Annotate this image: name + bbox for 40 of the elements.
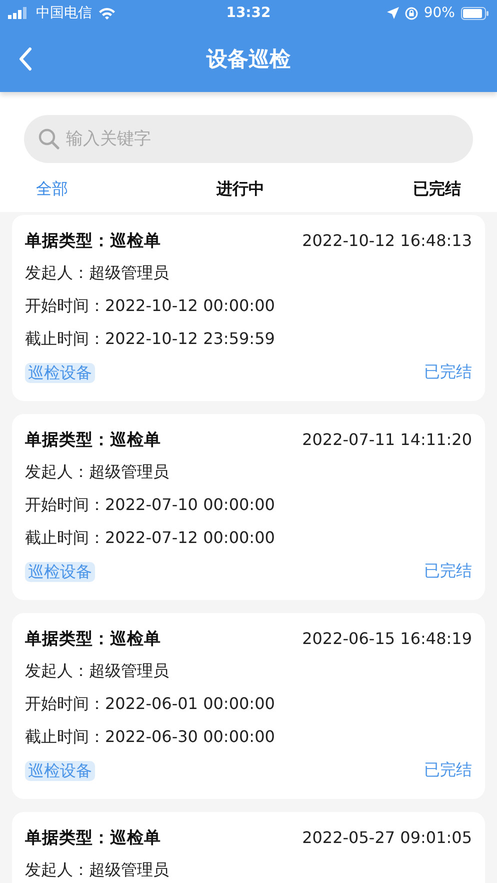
document-type: 单据类型：巡检单 xyxy=(25,230,161,252)
end-time: 截止时间：2022-07-12 00:00:00 xyxy=(25,527,276,549)
category-tag: 巡检设备 xyxy=(25,760,95,780)
inspection-card[interactable]: 单据类型：巡检单 2022-05-27 09:01:05 发起人：超级管理员 xyxy=(12,812,485,883)
created-time: 2022-10-12 16:48:13 xyxy=(302,231,472,250)
inspection-card[interactable]: 单据类型：巡检单 2022-06-15 16:48:19 发起人：超级管理员 开始时间：2022-06-01 00:00:00 截止时间：2022-06-30 00:00:00 巡检设备 已完结 xyxy=(12,613,485,799)
start-time: 开始时间：2022-10-12 00:00:00 xyxy=(25,295,276,317)
start-time: 开始时间：2022-06-01 00:00:00 xyxy=(25,693,276,715)
clock-time: 13:32 xyxy=(226,5,271,21)
search-icon xyxy=(38,128,60,150)
inspection-card[interactable]: 单据类型：巡检单 2022-10-12 16:48:13 发起人：超级管理员 开始时间：2022-10-12 00:00:00 截止时间：2022-10-12 23:59:59 巡检设备 已完结 xyxy=(12,215,485,401)
battery-percentage: 90% xyxy=(424,5,455,21)
created-time: 2022-06-15 16:48:19 xyxy=(302,629,472,648)
carrier-name: 中国电信 xyxy=(36,4,92,22)
document-type: 单据类型：巡检单 xyxy=(25,628,161,650)
initiator-text: 发起人：超级管理员 xyxy=(25,262,170,284)
category-tag: 巡检设备 xyxy=(25,562,95,582)
rotation-lock-icon xyxy=(404,6,418,20)
end-time: 截止时间：2022-10-12 23:59:59 xyxy=(25,328,276,350)
battery-icon xyxy=(460,6,489,20)
filter-tab[interactable]: 进行中 xyxy=(216,177,264,202)
category-tag: 巡检设备 xyxy=(25,362,95,382)
location-arrow-icon xyxy=(386,7,399,19)
end-time: 截止时间：2022-06-30 00:00:00 xyxy=(25,726,276,748)
start-time: 开始时间：2022-07-10 00:00:00 xyxy=(25,494,276,516)
status-text: 已完结 xyxy=(424,561,472,582)
created-time: 2022-05-27 09:01:05 xyxy=(302,828,472,847)
status-text: 已完结 xyxy=(424,760,472,781)
initiator-text: 发起人：超级管理员 xyxy=(25,859,170,881)
initiator-text: 发起人：超级管理员 xyxy=(25,461,170,483)
initiator-text: 发起人：超级管理员 xyxy=(25,660,170,682)
filter-tab[interactable]: 已完结 xyxy=(413,177,461,202)
document-type: 单据类型：巡检单 xyxy=(25,826,161,848)
status-text: 已完结 xyxy=(424,362,472,383)
document-type: 单据类型：巡检单 xyxy=(25,428,161,450)
page-title: 设备巡检 xyxy=(206,46,290,73)
wifi-icon xyxy=(98,6,116,20)
created-time: 2022-07-11 14:11:20 xyxy=(302,430,472,449)
search-field[interactable]: 输入关键字 xyxy=(24,115,473,163)
inspection-card[interactable]: 单据类型：巡检单 2022-07-11 14:11:20 发起人：超级管理员 开始时间：2022-07-10 00:00:00 截止时间：2022-07-12 00:00:00 巡检设备 已完结 xyxy=(12,414,485,600)
